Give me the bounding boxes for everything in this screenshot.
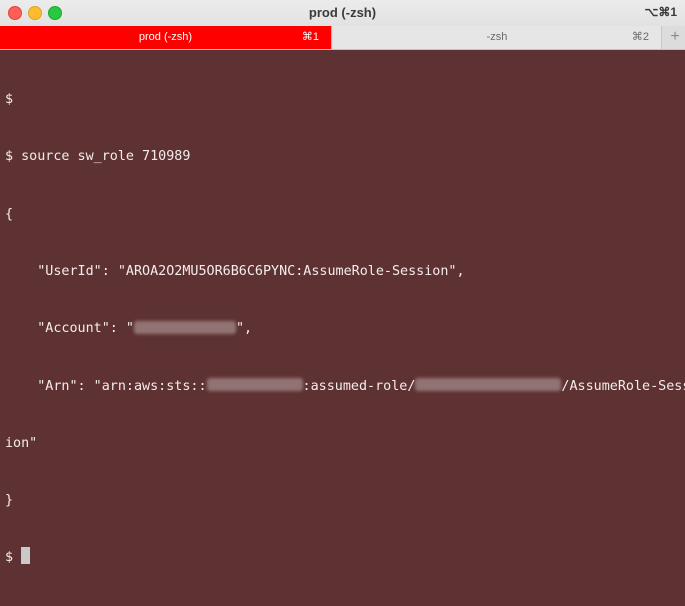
arn-prefix: "Arn": "arn:aws:sts:: [5,378,207,394]
arn-line: "Arn": "arn:aws:sts:::assumed-role/ /Assu… [5,377,685,396]
arn-wrap-line: ion" [5,435,38,451]
terminal-command-line: $ source sw_role 710989 [5,149,191,165]
title-bar: prod (-zsh) ⌥⌘1 [0,0,685,26]
terminal-window: prod (-zsh) ⌥⌘1 prod (-zsh) ⌘1 -zsh ⌘2 +… [0,0,685,565]
account-prefix: "Account": " [5,321,134,337]
redacted-role-name [415,378,562,392]
account-suffix: ", [236,321,253,337]
arn-suffix: /AssumeRole-Sess [561,378,685,394]
tab-zsh[interactable]: -zsh ⌘2 [333,26,662,49]
terminal-output[interactable]: $ $ source sw_role 710989 { "UserId": "A… [5,52,685,565]
tab-shortcut: ⌘2 [631,31,649,43]
window-shortcut: ⌥⌘1 [644,5,677,19]
tab-shortcut: ⌘1 [301,31,319,43]
window-title: prod (-zsh) [308,5,377,20]
redacted-account-id [134,320,236,334]
arn-middle: :assumed-role/ [302,378,416,394]
redacted-arn-account [206,378,303,392]
userid-line: "UserId": "AROA2O2MU5OR6B6C6PYNC:AssumeR… [5,264,465,280]
terminal-line: { [5,206,14,222]
prompt-line: $ [5,547,685,567]
account-line: "Account": " ", [5,319,685,338]
terminal-line: } [5,493,14,509]
tab-label: prod (-zsh) [138,31,193,43]
tab-label: -zsh [486,31,508,43]
tab-prod[interactable]: prod (-zsh) ⌘1 [0,26,332,49]
tab-bar: prod (-zsh) ⌘1 -zsh ⌘2 + [0,26,685,50]
terminal-line: $ [5,92,14,108]
plus-icon[interactable]: + [665,26,685,49]
cursor [21,547,31,565]
prompt: $ [5,550,22,566]
